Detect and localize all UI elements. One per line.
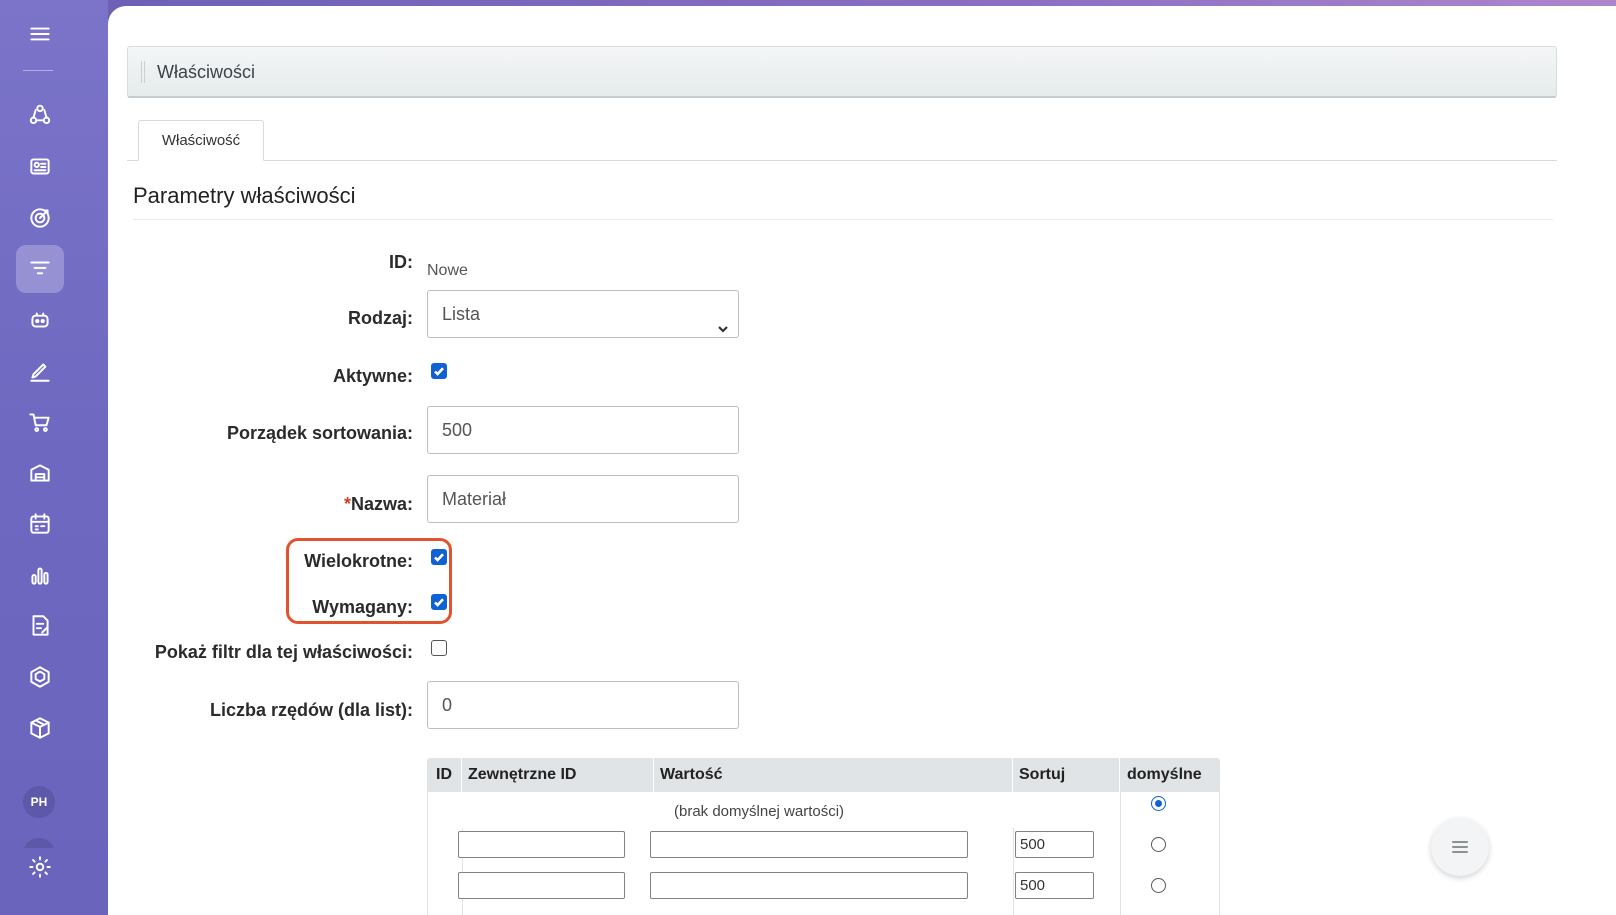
type-select-value: Lista <box>442 304 481 324</box>
sign-icon[interactable] <box>16 347 64 395</box>
main-panel: Właściwości Właściwość Parametry właściw… <box>108 6 1616 915</box>
no-default-label: (brak domyślnej wartości) <box>674 803 845 820</box>
booking-icon[interactable] <box>16 500 64 548</box>
id-label: ID: <box>389 252 413 272</box>
section-title: Parametry właściwości <box>133 183 356 208</box>
row2-value-input[interactable] <box>650 872 968 899</box>
col-divider <box>1012 758 1013 792</box>
avatar[interactable]: PH <box>23 786 55 818</box>
row1-value-input[interactable] <box>650 831 968 858</box>
cell-divider <box>1013 828 1014 915</box>
rows-input[interactable]: 0 <box>427 681 739 729</box>
integrations-icon[interactable] <box>16 92 64 140</box>
multiple-label: Wielokrotne: <box>304 551 413 571</box>
drag-handle <box>141 61 145 83</box>
col-external-id: Zewnętrzne ID <box>468 766 577 783</box>
list-icon <box>1449 836 1471 858</box>
copilot-icon[interactable] <box>16 296 64 344</box>
sort-label: Porządek sortowania: <box>226 423 413 443</box>
menu-icon[interactable] <box>16 10 64 58</box>
col-divider <box>1119 758 1120 792</box>
row2-default-radio[interactable] <box>1151 878 1166 893</box>
show-filter-checkbox[interactable] <box>431 640 447 656</box>
table-header: ID Zewnętrzne ID Wartość Sortuj domyślne <box>427 758 1220 792</box>
page-title: Właściwości <box>157 62 256 82</box>
shop-icon[interactable] <box>16 398 64 446</box>
sort-input[interactable]: 500 <box>427 406 739 454</box>
col-divider <box>653 758 654 792</box>
automation-icon[interactable] <box>16 653 64 701</box>
row1-external-id-input[interactable] <box>458 831 625 858</box>
col-default: domyślne <box>1127 766 1202 783</box>
documents-icon[interactable] <box>16 602 64 650</box>
required-label: Wymagany: <box>312 597 413 617</box>
tab-property[interactable]: Właściwość <box>138 120 264 161</box>
col-value: Wartość <box>660 766 723 783</box>
sidebar: PH <box>0 0 108 915</box>
required-mark: * <box>343 494 351 514</box>
row1-sort-input[interactable]: 500 <box>1015 831 1094 858</box>
analytics-icon[interactable] <box>16 551 64 599</box>
sidebar-divider <box>23 70 53 71</box>
inventory-icon[interactable] <box>16 449 64 497</box>
col-sort: Sortuj <box>1019 766 1066 783</box>
contact-center-icon[interactable] <box>16 143 64 191</box>
name-label-text: Nazwa: <box>350 494 413 514</box>
id-value: Nowe <box>427 262 468 279</box>
page-header: Właściwości <box>127 46 1557 98</box>
show-filter-label: Pokaż filtr dla tej właściwości: <box>154 642 413 662</box>
tabs-divider <box>127 160 1557 161</box>
row1-default-radio[interactable] <box>1151 837 1166 852</box>
type-label: Rodzaj: <box>348 308 413 328</box>
rows-label: Liczba rzędów (dla list): <box>209 700 413 720</box>
catalog-icon[interactable] <box>16 704 64 752</box>
required-checkbox[interactable] <box>431 594 447 610</box>
row2-external-id-input[interactable] <box>458 872 625 899</box>
cell-divider <box>1120 792 1121 915</box>
list-menu-button[interactable] <box>1431 818 1489 876</box>
row2-sort-input[interactable]: 500 <box>1015 872 1094 899</box>
active-label: Aktywne: <box>332 366 413 386</box>
section-divider <box>133 219 1553 220</box>
chevron-down-icon <box>716 307 730 333</box>
col-id: ID <box>436 766 452 783</box>
type-select[interactable]: Lista <box>427 290 739 338</box>
name-input[interactable]: Materiał <box>427 475 739 523</box>
settings-icon[interactable] <box>16 843 64 891</box>
crm-funnel-icon[interactable] <box>16 245 64 293</box>
multiple-checkbox[interactable] <box>431 549 447 565</box>
no-default-radio[interactable] <box>1151 796 1166 811</box>
name-label: *Nazwa: <box>344 494 413 515</box>
goals-icon[interactable] <box>16 194 64 242</box>
active-checkbox[interactable] <box>431 363 447 379</box>
col-divider <box>461 758 462 792</box>
